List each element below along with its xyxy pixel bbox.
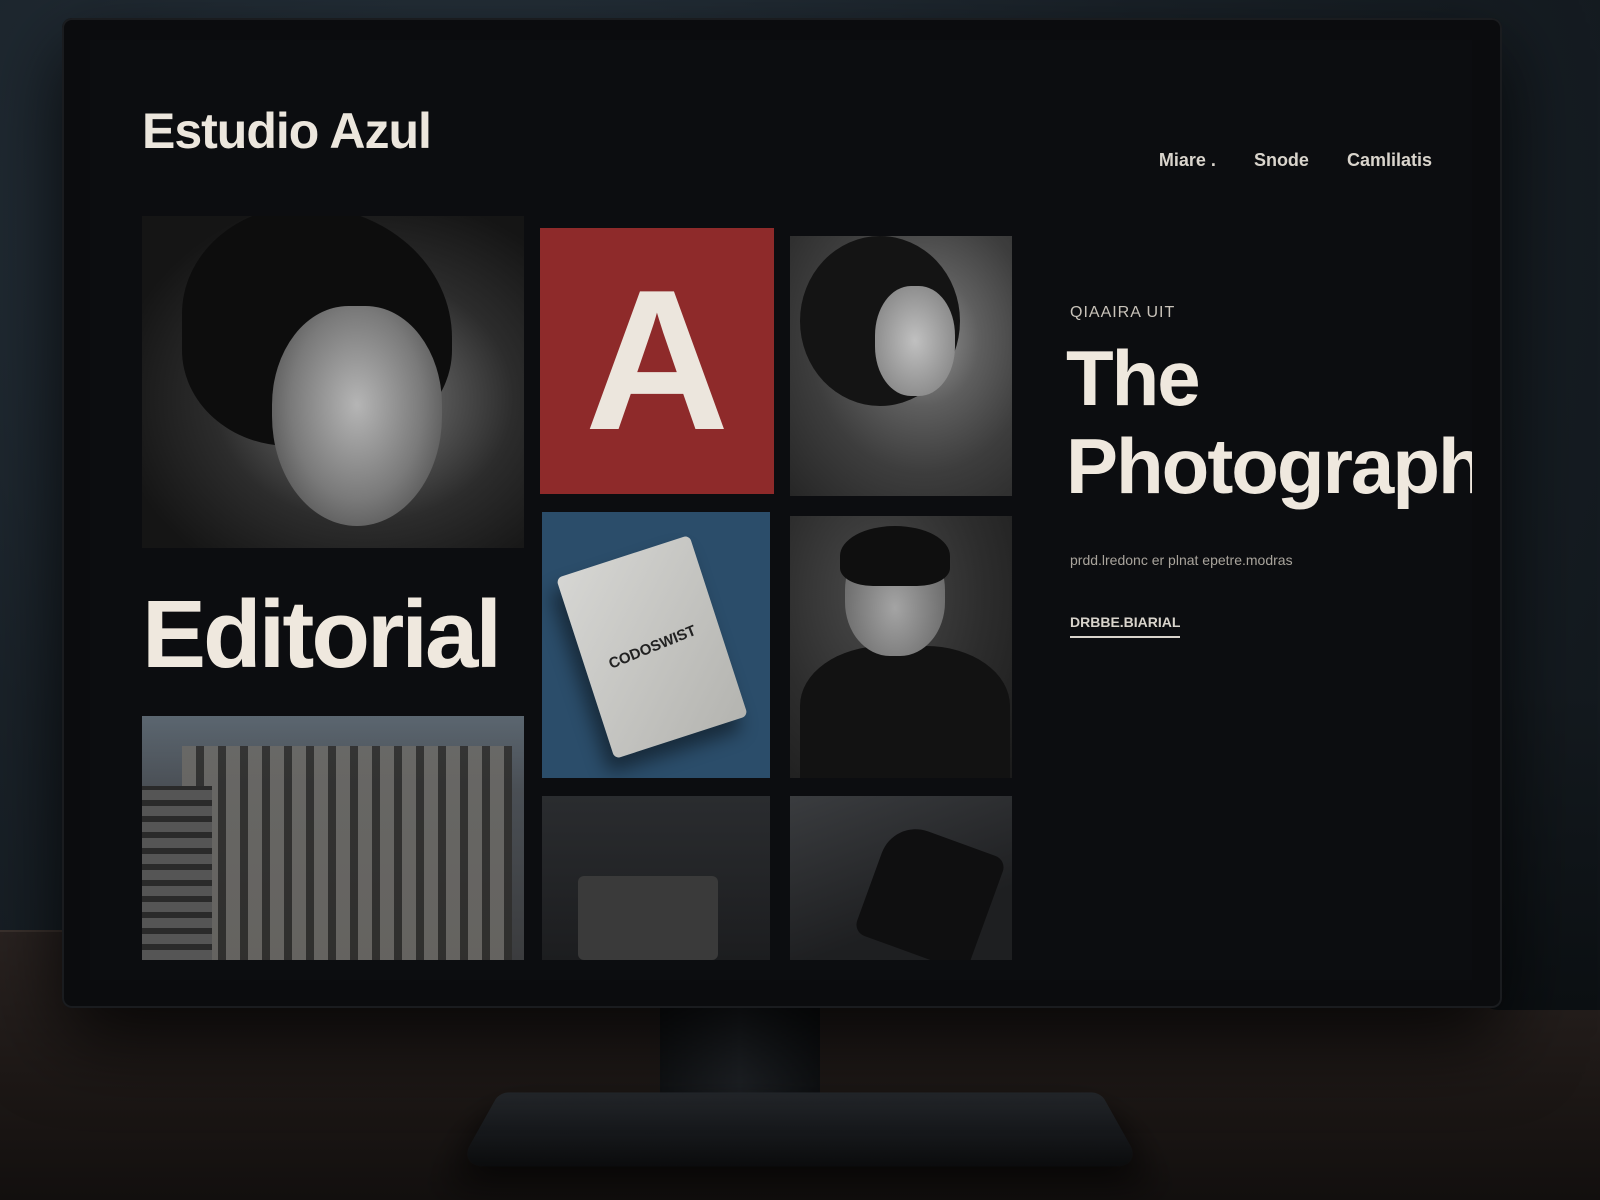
hero-headline-line-2: Photographer xyxy=(1066,422,1472,510)
photo-building-side xyxy=(142,786,212,960)
hero-headline: The Photographer xyxy=(1066,334,1472,510)
monitor-stand-base xyxy=(457,1092,1143,1167)
book-cover-tile[interactable]: CODOSWIST xyxy=(542,512,770,778)
hero-eyebrow: QIAAIRA UIT xyxy=(1070,304,1176,321)
portrait-curly-hair-photo[interactable] xyxy=(790,236,1012,496)
section-label-editorial: Editorial xyxy=(142,581,502,688)
dark-object-photo[interactable] xyxy=(542,796,770,960)
portrait-man-photo[interactable] xyxy=(790,516,1012,778)
dark-figure-photo[interactable] xyxy=(790,796,1012,960)
letter-a-tile[interactable]: A xyxy=(540,228,774,494)
photo-building-facade xyxy=(182,746,512,960)
website-screen: Estudio Azul Miare . Snode Camlilatis Ed… xyxy=(90,40,1472,980)
photo-face-shape xyxy=(272,306,442,526)
photo-face-shape xyxy=(875,286,955,396)
building-photo[interactable] xyxy=(142,716,524,960)
portrait-woman-photo[interactable] xyxy=(142,216,524,548)
hero-cta-link[interactable]: DRBBE.BIARIAL xyxy=(1070,614,1181,638)
book-image: CODOSWIST xyxy=(556,535,748,759)
monitor-bezel: Estudio Azul Miare . Snode Camlilatis Ed… xyxy=(62,18,1502,1008)
book-cover-text: CODOSWIST xyxy=(605,621,699,673)
photo-body-shape xyxy=(800,646,1010,778)
nav-item-3[interactable]: Camlilatis xyxy=(1347,150,1432,171)
brand-logo[interactable]: Estudio Azul xyxy=(142,102,432,160)
photo-figure-shape xyxy=(853,819,1007,960)
photo-hair-shape xyxy=(840,526,950,586)
nav-item-2[interactable]: Snode xyxy=(1254,150,1309,171)
letter-a-glyph: A xyxy=(584,249,730,472)
hero-body-text: prdd.lredonc er plnat epetre.modras xyxy=(1070,552,1293,568)
hero-headline-line-1: The xyxy=(1066,334,1201,422)
nav-item-1[interactable]: Miare . xyxy=(1159,150,1216,171)
main-nav: Miare . Snode Camlilatis xyxy=(1159,150,1432,171)
photo-object-shape xyxy=(578,876,718,960)
